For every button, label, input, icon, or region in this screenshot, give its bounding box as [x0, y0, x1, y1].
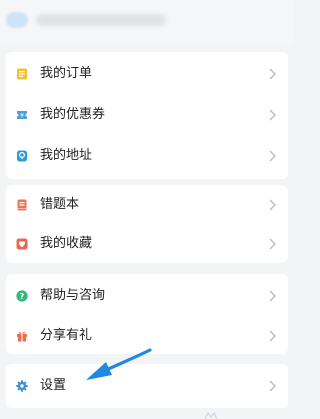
heart-icon	[16, 238, 28, 250]
chevron-right-icon	[269, 330, 276, 342]
menu-item-favorites[interactable]: 我的收藏	[6, 224, 288, 264]
coupon-icon: ¥	[17, 111, 27, 120]
menu-card-settings: 设置	[6, 364, 288, 408]
notebook-icon	[17, 199, 27, 211]
menu-item-mistake-book[interactable]: 错题本	[6, 185, 288, 225]
order-icon	[17, 68, 27, 80]
menu-item-label: 我的优惠券	[40, 107, 106, 122]
menu-item-label: 我的收藏	[40, 236, 93, 251]
chevron-right-icon	[269, 199, 276, 211]
avatar	[6, 12, 28, 28]
chevron-right-icon	[269, 68, 276, 80]
menu-item-address[interactable]: 我的地址	[6, 136, 288, 176]
menu-item-coupons[interactable]: ¥ 我的优惠券	[6, 95, 288, 135]
chevron-right-icon	[269, 290, 276, 302]
menu-card-support: ? 帮助与咨询 分享有礼	[6, 274, 288, 354]
menu-item-help[interactable]: ? 帮助与咨询	[6, 276, 288, 316]
menu-card-study: 错题本 我的收藏	[6, 185, 288, 263]
menu-item-share-gift[interactable]: 分享有礼	[6, 316, 288, 356]
menu-item-label: 我的订单	[40, 66, 93, 81]
svg-text:¥: ¥	[20, 113, 24, 120]
menu-item-label: 帮助与咨询	[40, 288, 106, 303]
chevron-right-icon	[269, 380, 276, 392]
profile-header[interactable]	[0, 0, 294, 44]
gift-icon	[17, 332, 27, 342]
chevron-right-icon	[269, 238, 276, 250]
menu-item-label: 设置	[40, 378, 67, 393]
chevron-right-icon	[269, 109, 276, 121]
location-icon	[17, 150, 27, 162]
bottom-tab-icon	[204, 411, 218, 419]
menu-item-settings[interactable]: 设置	[6, 366, 288, 406]
help-icon: ?	[16, 290, 28, 302]
username-blurred	[36, 14, 166, 26]
menu-item-label: 错题本	[40, 197, 80, 212]
settings-icon	[16, 380, 28, 392]
svg-text:?: ?	[20, 292, 25, 301]
menu-item-orders[interactable]: 我的订单	[6, 54, 288, 94]
menu-card-account: 我的订单 ¥ 我的优惠券 我的地址	[6, 52, 288, 179]
bottom-bar-edge	[0, 410, 294, 419]
menu-item-label: 分享有礼	[40, 328, 93, 343]
menu-item-label: 我的地址	[40, 148, 93, 163]
chevron-right-icon	[269, 150, 276, 162]
